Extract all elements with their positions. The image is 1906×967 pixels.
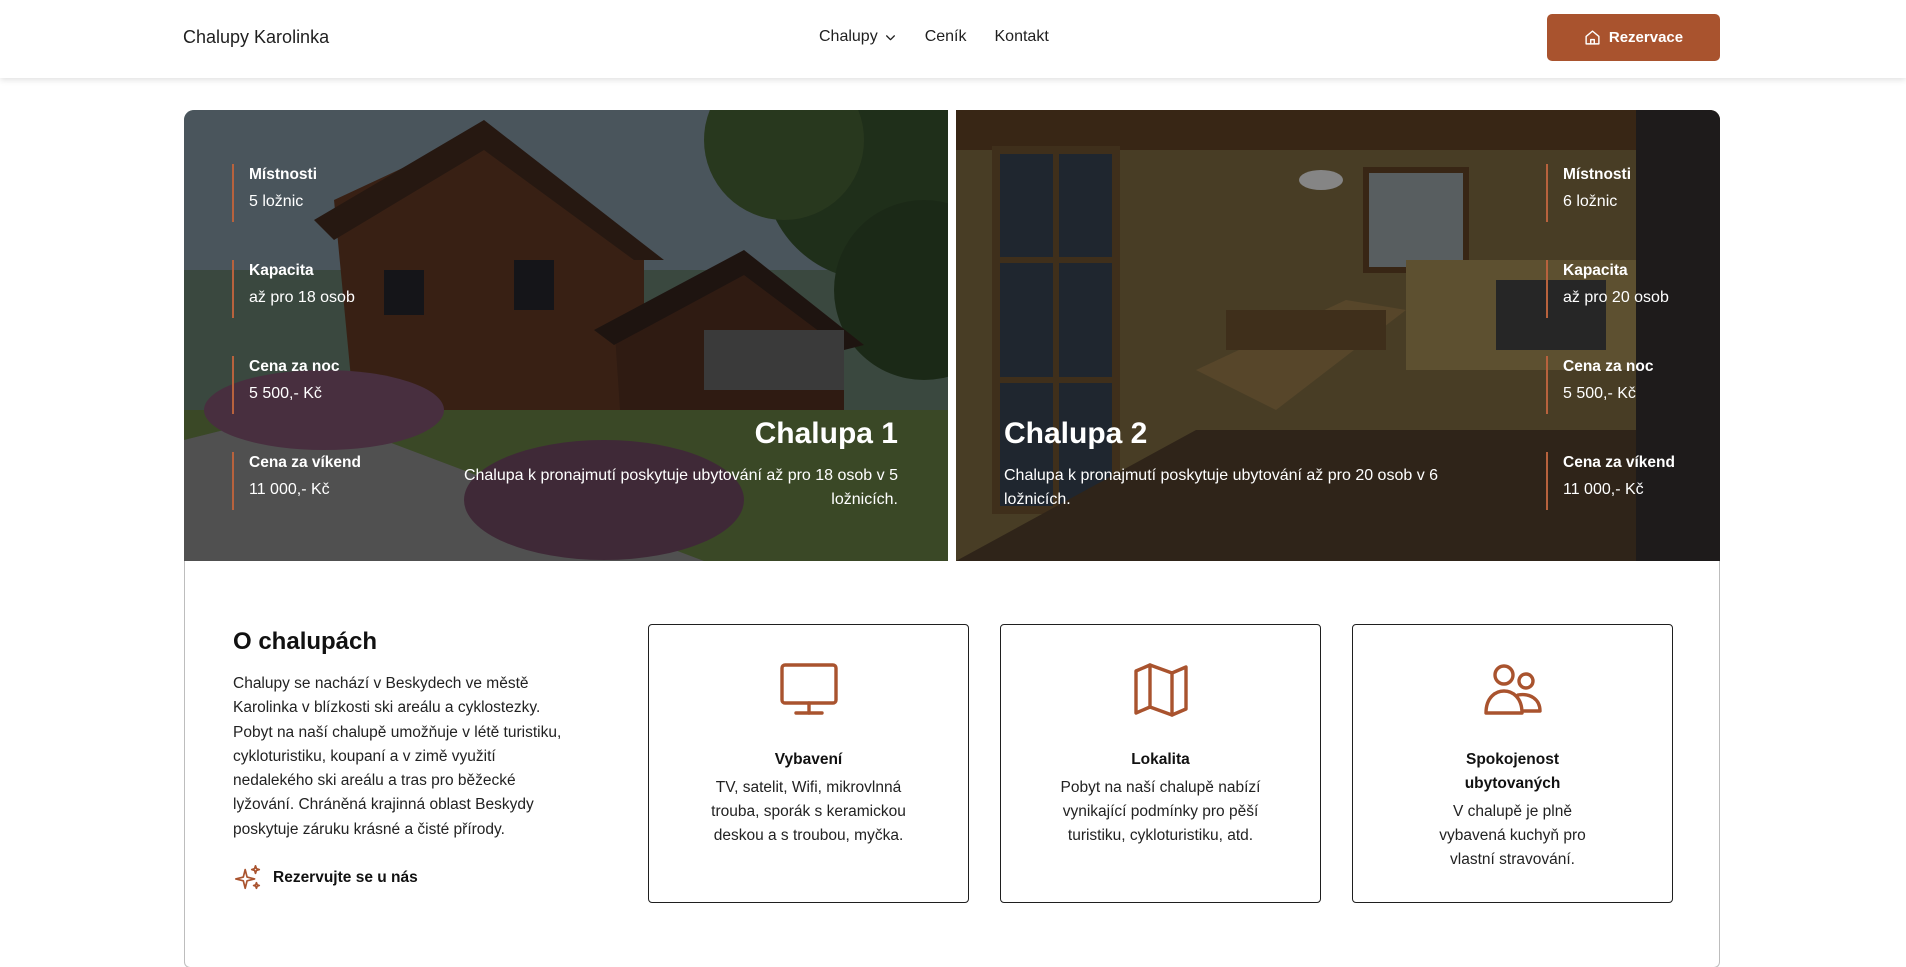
nav-item-label: Chalupy — [819, 28, 878, 45]
feature-title: Spokojenost ubytovaných — [1464, 751, 1561, 792]
map-icon — [1133, 663, 1188, 717]
nav-item-cenik[interactable]: Ceník — [925, 28, 967, 46]
cabin-1-title: Chalupa 1 — [754, 417, 898, 450]
sparkles-icon — [234, 864, 261, 890]
feature-description: Pobyt na naší chalupě nabízí vynikající … — [1060, 779, 1261, 844]
spec-price-weekend: Cena za víkend 11 000,- Kč — [232, 452, 361, 510]
chevron-down-icon — [885, 34, 895, 40]
about-text: Chalupy se nachází v Beskydech ve městě … — [233, 675, 562, 838]
spec-price-night: Cena za noc 5 500,- Kč — [1546, 356, 1675, 414]
cabin-1-specs: Místnosti 5 ložnic Kapacita až pro 18 os… — [232, 164, 361, 510]
main-nav: Chalupy Ceník Kontakt — [819, 28, 1049, 46]
reservation-button[interactable]: Rezervace — [1547, 14, 1720, 61]
feature-title: Vybavení — [774, 751, 843, 768]
spec-rooms: Místnosti 6 ložnic — [1546, 164, 1675, 222]
about-title: O chalupách — [233, 628, 378, 655]
feature-card-location: Lokalita Pobyt na naší chalupě nabízí vy… — [1000, 624, 1321, 903]
users-icon — [1483, 664, 1542, 715]
reserve-link[interactable]: Rezervujte se u nás — [233, 863, 418, 893]
nav-item-chalupy[interactable]: Chalupy — [819, 28, 897, 46]
site-header: Chalupy Karolinka Chalupy Ceník Kontakt … — [0, 0, 1906, 78]
feature-description: TV, satelit, Wifi, mikrovlnná trouba, sp… — [711, 779, 906, 844]
home-icon — [1585, 30, 1600, 45]
cabin-card-1[interactable]: Místnosti 5 ložnic Kapacita až pro 18 os… — [184, 110, 948, 561]
cabin-2-title: Chalupa 2 — [1004, 417, 1148, 450]
site-logo[interactable]: Chalupy Karolinka — [183, 27, 329, 48]
spec-capacity: Kapacita až pro 18 osob — [232, 260, 361, 318]
cabin-2-specs: Místnosti 6 ložnic Kapacita až pro 20 os… — [1546, 164, 1675, 510]
spec-price-night: Cena za noc 5 500,- Kč — [232, 356, 361, 414]
feature-card-equipment: Vybavení TV, satelit, Wifi, mikrovlnná t… — [648, 624, 969, 903]
spec-rooms: Místnosti 5 ložnic — [232, 164, 361, 222]
monitor-icon — [779, 663, 838, 715]
about-section: O chalupách Chalupy se nachází v Beskyde… — [184, 561, 1720, 967]
cabin-2-description: Chalupa k pronajmutí poskytuje ubytování… — [1004, 467, 1439, 508]
reservation-button-label: Rezervace — [1608, 29, 1684, 46]
feature-description: V chalupě je plně vybavená kuchyň pro vl… — [1439, 803, 1586, 868]
cabin-1-description: Chalupa k pronajmutí poskytuje ubytování… — [463, 467, 898, 508]
reserve-link-label: Rezervujte se u nás — [273, 869, 418, 886]
feature-card-satisfaction: Spokojenost ubytovaných V chalupě je pln… — [1352, 624, 1673, 903]
spec-capacity: Kapacita až pro 20 osob — [1546, 260, 1675, 318]
nav-item-label: Ceník — [924, 28, 967, 45]
spec-price-weekend: Cena za víkend 11 000,- Kč — [1546, 452, 1675, 510]
nav-item-kontakt[interactable]: Kontakt — [995, 28, 1049, 46]
feature-title: Lokalita — [1131, 751, 1190, 768]
nav-item-label: Kontakt — [994, 28, 1049, 45]
